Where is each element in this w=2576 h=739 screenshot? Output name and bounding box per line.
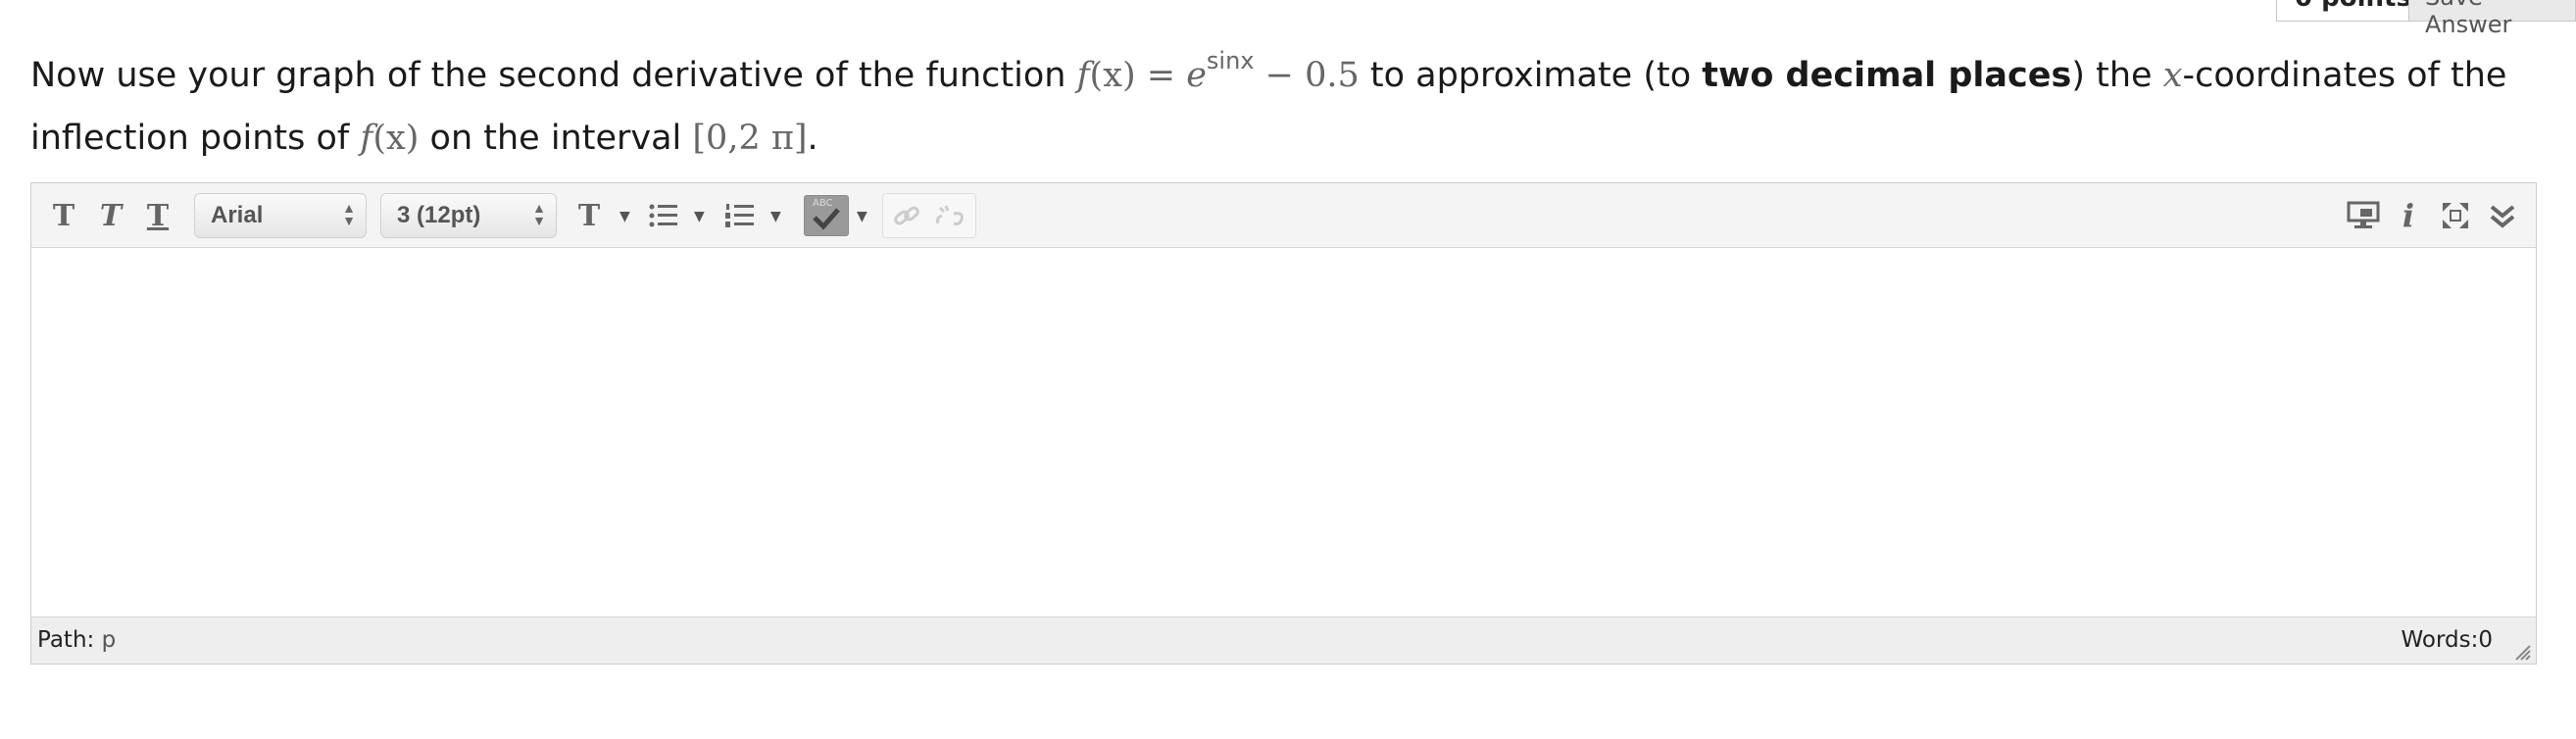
path-element[interactable]: p <box>102 627 117 653</box>
collapse-icon[interactable] <box>2482 195 2523 236</box>
question-intro: Now use your graph of the second derivat… <box>30 56 1077 95</box>
rich-text-editor: T T T Arial ▲ ▼ 3 (12pt) ▲ ▼ T ▼ ▼ ▼ ABC… <box>30 182 2537 665</box>
font-family-select[interactable]: Arial ▲ ▼ <box>194 193 367 238</box>
text-color-icon[interactable]: T <box>569 195 610 236</box>
interval: [0,2 π] <box>692 119 808 158</box>
word-count: Words:0 <box>2401 627 2493 653</box>
select-arrows-icon: ▲ ▼ <box>532 200 546 228</box>
chevron-down-icon[interactable]: ▼ <box>857 209 867 224</box>
link-group <box>882 193 976 238</box>
editor-content[interactable] <box>31 248 2536 616</box>
resize-handle-icon[interactable] <box>2510 640 2532 662</box>
exponent: sinx <box>1206 47 1255 74</box>
underline-icon[interactable]: T <box>137 195 178 236</box>
info-icon[interactable]: i <box>2388 195 2429 236</box>
select-arrows-icon: ▲ ▼ <box>342 200 356 228</box>
question-text: Now use your graph of the second derivat… <box>30 47 2507 158</box>
editor-statusbar: Path: p Words:0 <box>31 616 2536 664</box>
preview-icon[interactable] <box>2343 195 2384 236</box>
bullet-list-icon[interactable] <box>643 195 684 236</box>
question-header: 0 points Save Answer <box>2276 0 2576 38</box>
save-answer-button[interactable]: Save Answer <box>2408 0 2575 38</box>
chevron-down-icon[interactable]: ▼ <box>694 209 705 224</box>
fullscreen-icon[interactable] <box>2435 195 2476 236</box>
font-size-select[interactable]: 3 (12pt) ▲ ▼ <box>380 193 557 238</box>
emphasis-text: two decimal places <box>1702 56 2072 95</box>
italic-icon[interactable]: T <box>90 195 131 236</box>
spellcheck-icon[interactable]: ABC <box>804 195 849 236</box>
path-indicator: Path: p <box>37 627 117 653</box>
numbered-list-icon[interactable] <box>719 195 761 236</box>
points-label: 0 points <box>2295 0 2411 13</box>
link-icon[interactable] <box>893 204 920 229</box>
font-family-value: Arial <box>211 202 264 228</box>
editor-toolbar: T T T Arial ▲ ▼ 3 (12pt) ▲ ▼ T ▼ ▼ ▼ ABC… <box>31 183 2536 248</box>
bold-icon[interactable]: T <box>43 195 84 236</box>
unlink-icon[interactable] <box>934 204 967 229</box>
font-size-value: 3 (12pt) <box>397 202 481 228</box>
chevron-down-icon[interactable]: ▼ <box>619 209 630 224</box>
function-expression: f(x) = esinx − 0.5 <box>1076 47 1360 95</box>
chevron-down-icon[interactable]: ▼ <box>770 209 781 224</box>
